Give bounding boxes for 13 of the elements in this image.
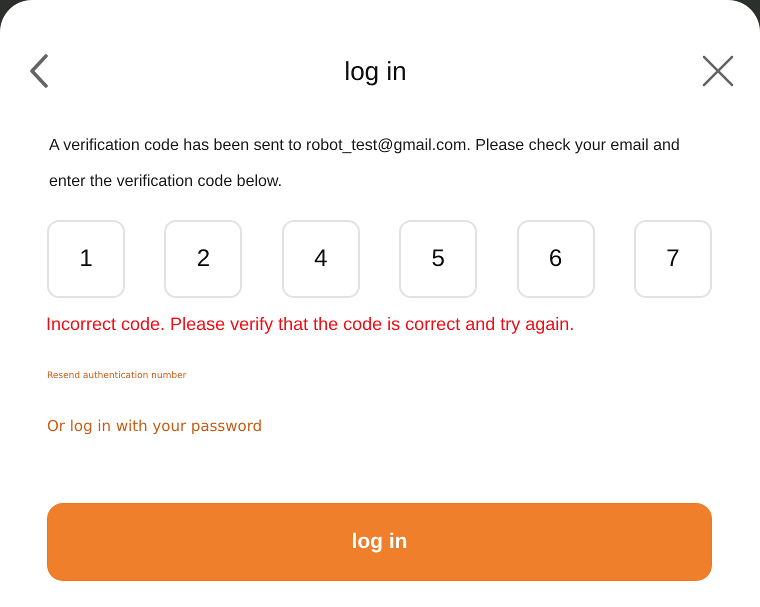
page-title: log in [344, 56, 407, 86]
code-digit-field[interactable]: 5 [399, 220, 478, 298]
code-digit-field[interactable]: 6 [516, 220, 595, 298]
error-message: Incorrect code. Please verify that the code is correct and try again. [46, 314, 576, 335]
code-digit-field[interactable]: 4 [282, 220, 360, 298]
code-digit-field[interactable]: 7 [634, 220, 712, 298]
resend-link[interactable]: Resend authentication number [47, 371, 186, 381]
close-icon[interactable] [702, 55, 734, 87]
code-digit-field[interactable]: 1 [47, 220, 125, 298]
password-login-link[interactable]: Or log in with your password [47, 417, 262, 435]
back-icon[interactable] [29, 54, 49, 88]
instruction-text: A verification code has been sent to robot_test@gmail.com. Please check your email and enter the verification code below. [49, 136, 681, 192]
code-digit-field[interactable]: 2 [164, 220, 242, 298]
